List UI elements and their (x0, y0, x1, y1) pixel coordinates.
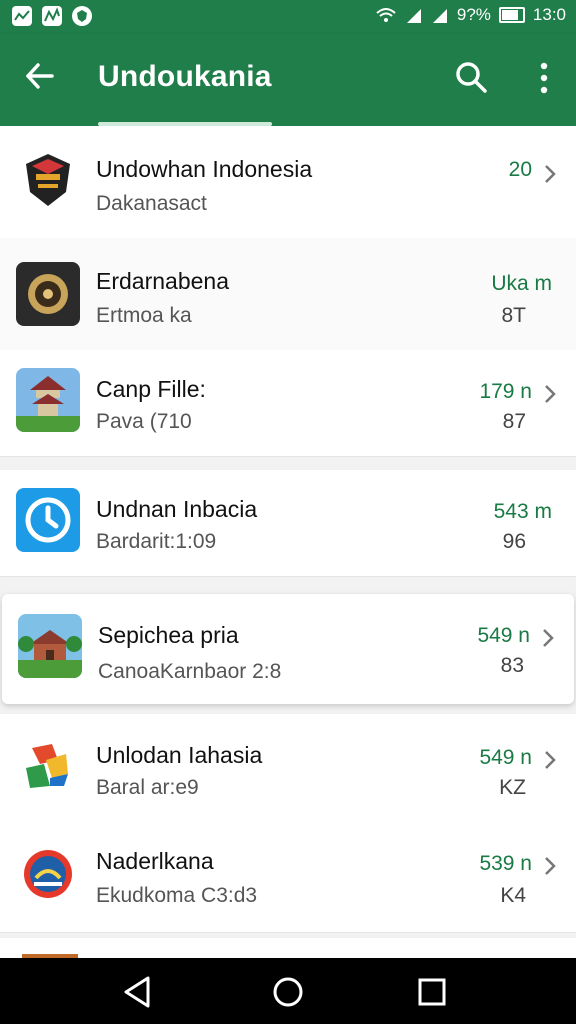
item-size: 543 m (493, 500, 552, 523)
clock: 13:0 (532, 5, 566, 24)
emblem-icon (16, 148, 80, 212)
item-size: 539 n (479, 852, 532, 875)
item-subtitle: Ekudkoma C3:d3 (96, 884, 258, 907)
item-count: 87 (502, 410, 526, 433)
map-logo-icon (16, 734, 80, 798)
temple-icon (16, 368, 80, 432)
item-name: Undowhan Indonesia (96, 156, 313, 182)
item-size: 549 n (477, 624, 530, 647)
list-item[interactable]: Unlodan Iahasia Baral ar:e9 549 n KZ (0, 714, 576, 821)
item-subtitle: Dakanasact (96, 192, 207, 215)
search-icon[interactable] (454, 60, 488, 94)
list-item[interactable]: Naderlkana Ekudkoma C3:d3 539 n K4 (0, 820, 576, 933)
badge-icon (16, 842, 80, 906)
item-name: Sepichea pria (98, 622, 239, 648)
status-bar: 9?% 13:0 (0, 0, 576, 34)
item-subtitle: Ertmoa ka (96, 304, 192, 327)
item-size: Uka m (491, 272, 552, 295)
download-list: Undowhan Indonesia Dakanasact 20 Erdarna… (0, 126, 576, 960)
clock-icon (16, 488, 80, 552)
chevron-right-icon (545, 751, 556, 769)
triangle-back-icon[interactable] (118, 972, 158, 1012)
item-name: Unlodan Iahasia (96, 742, 263, 768)
circle-home-icon[interactable] (268, 972, 308, 1012)
chevron-right-icon (545, 165, 556, 183)
more-vertical-icon[interactable] (530, 60, 558, 96)
item-count: KZ (499, 776, 526, 799)
battery-percent: 9?% (456, 5, 491, 24)
list-item-partial[interactable] (0, 938, 576, 960)
list-item[interactable]: Canp Fille: Pava (710 179 n 87 (0, 350, 576, 457)
item-subtitle: CanoaKarnbaor 2:8 (98, 660, 282, 683)
shield-icon (72, 6, 92, 26)
house-icon (18, 614, 82, 678)
item-count: 83 (500, 654, 524, 677)
page-title: Undoukania (98, 60, 272, 93)
item-size: 20 (508, 158, 532, 181)
item-name: Undnan Inbacia (96, 496, 258, 522)
item-name: Erdarnabena (96, 268, 229, 294)
list-item[interactable]: Undnan Inbacia Bardarit:1:09 543 m 96 (0, 470, 576, 577)
chevron-right-icon (545, 857, 556, 875)
item-subtitle: Pava (710 (96, 410, 192, 433)
list-item-card[interactable]: Sepichea pria CanoaKarnbaor 2:8 549 n 83 (2, 594, 574, 704)
item-name: Canp Fille: (96, 376, 206, 402)
chart-icon (42, 6, 62, 26)
square-recents-icon[interactable] (412, 972, 452, 1012)
list-item[interactable]: Erdarnabena Ertmoa ka Uka m 8T (0, 238, 576, 351)
arrow-left-icon[interactable] (22, 58, 58, 94)
item-subtitle: Baral ar:e9 (96, 776, 199, 799)
item-count: 96 (502, 530, 526, 553)
notification-icon (12, 6, 32, 26)
item-subtitle: Bardarit:1:09 (96, 530, 217, 553)
wifi-icon (376, 8, 396, 22)
compass-icon (16, 262, 80, 326)
list-item[interactable]: Undowhan Indonesia Dakanasact 20 (0, 126, 576, 239)
signal-icon-2 (432, 9, 447, 23)
chevron-right-icon (543, 629, 554, 647)
battery-icon (498, 7, 525, 23)
item-size: 179 n (479, 380, 532, 403)
status-right: 9?% 13:0 (375, 5, 566, 25)
item-size: 549 n (479, 746, 532, 769)
item-count: 8T (501, 304, 526, 327)
status-left-icons (12, 6, 92, 26)
chevron-right-icon (545, 385, 556, 403)
item-name: Naderlkana (96, 848, 214, 874)
app-bar: Undoukania (0, 34, 576, 126)
signal-icon (406, 9, 421, 23)
item-count: K4 (500, 884, 526, 907)
navigation-bar (0, 958, 576, 1024)
